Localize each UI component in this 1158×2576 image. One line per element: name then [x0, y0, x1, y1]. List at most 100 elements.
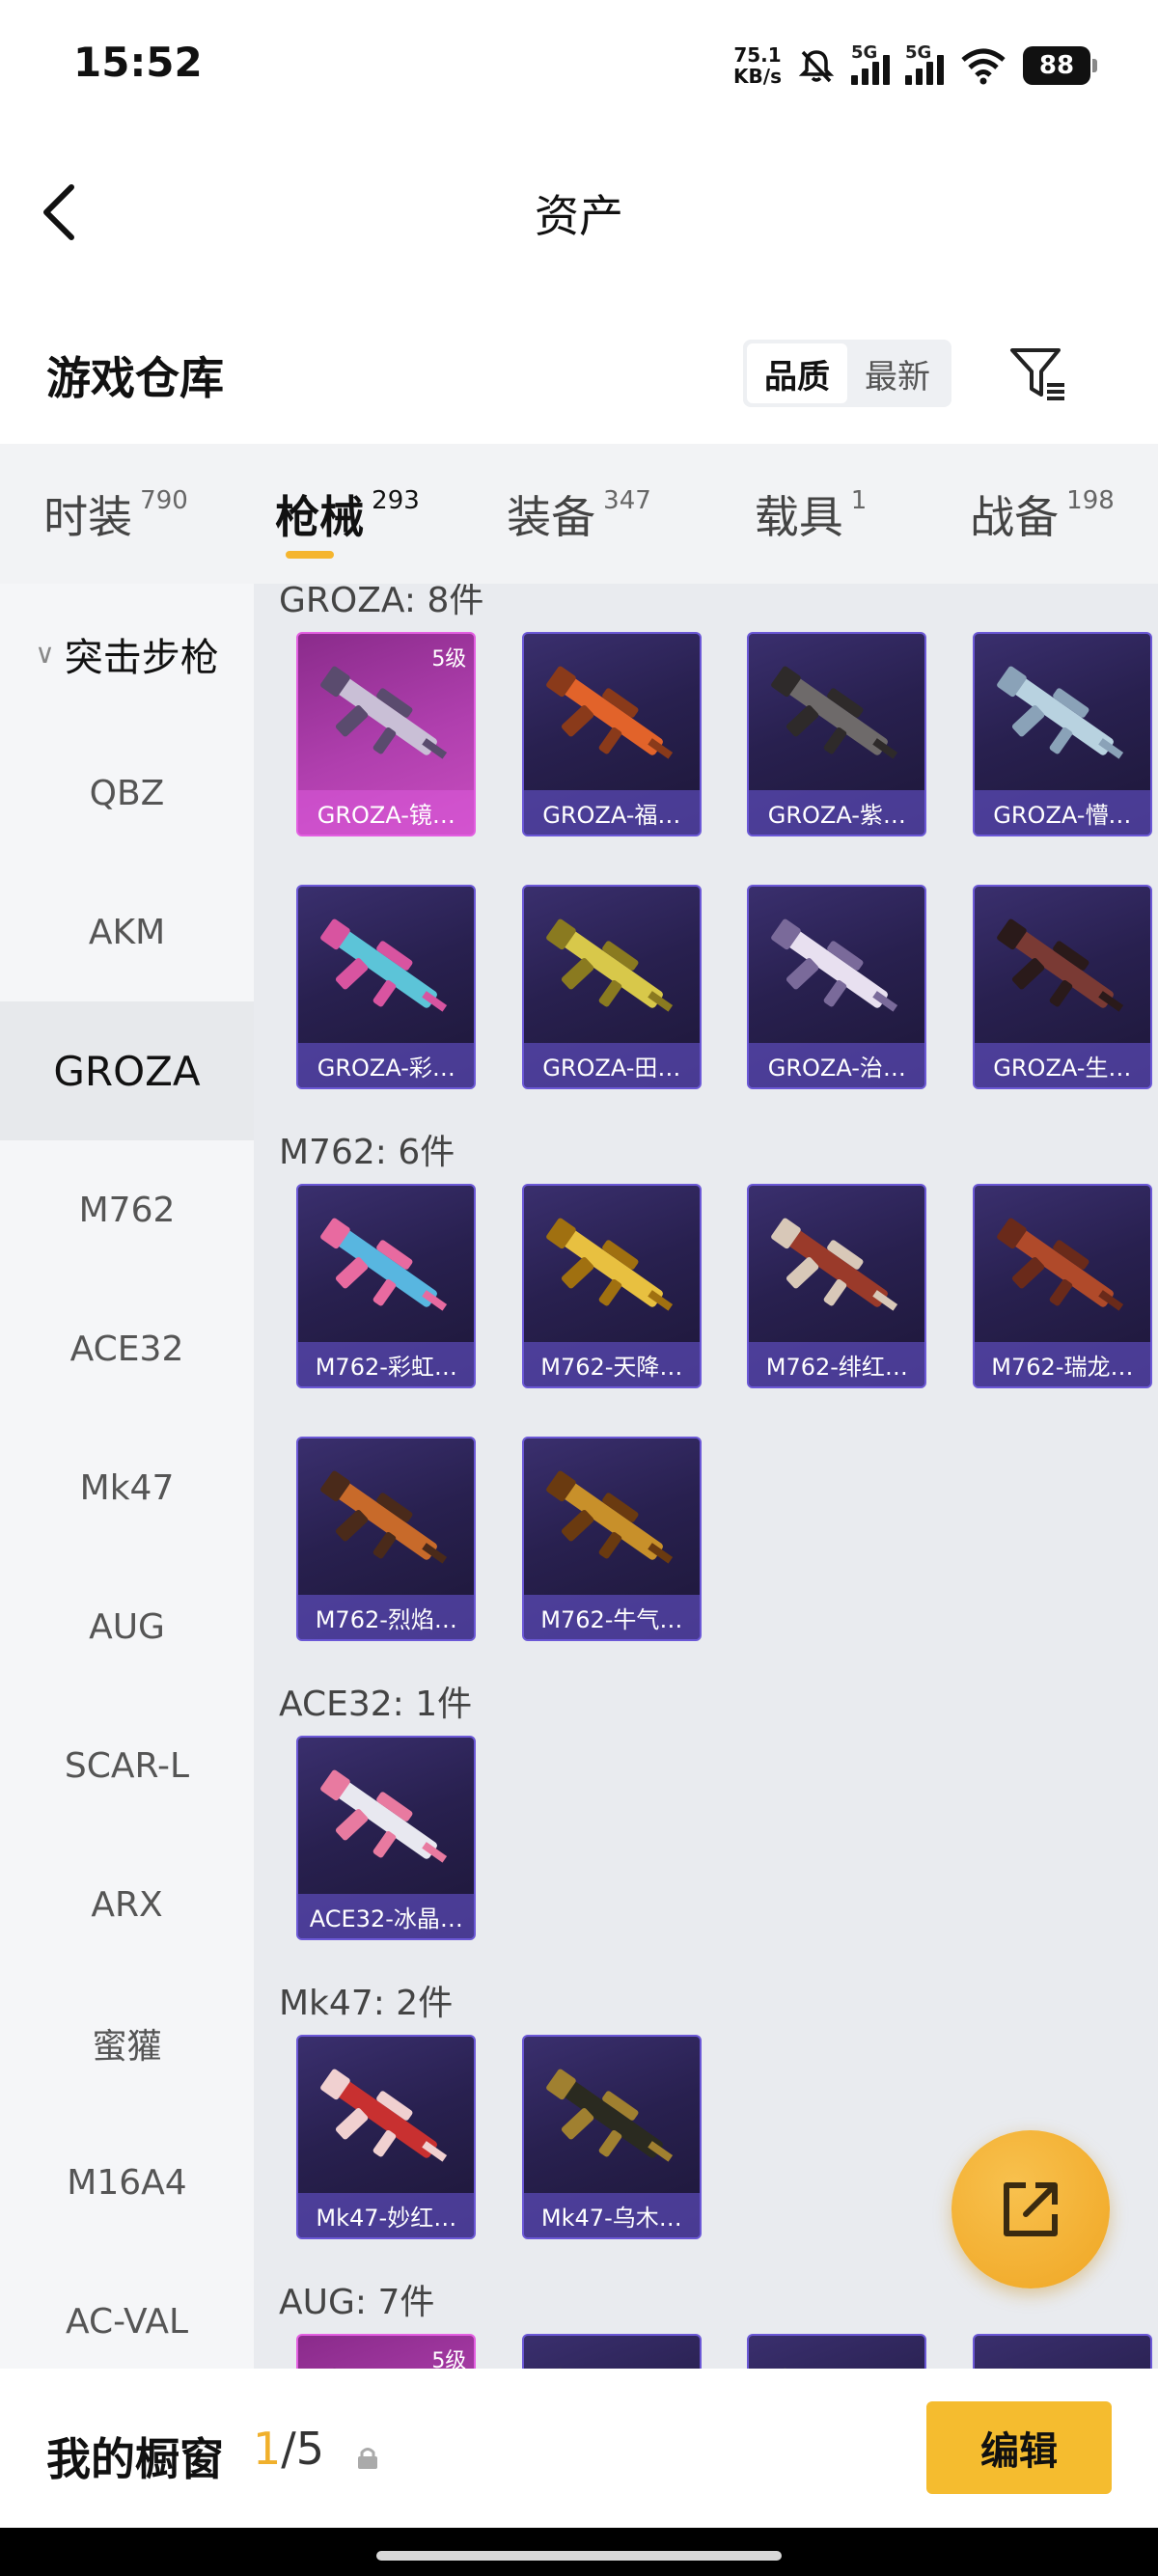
weapon-card[interactable]: GROZA-福…: [521, 632, 702, 836]
weapon-card[interactable]: Mk47-乌木…: [521, 2035, 702, 2239]
sidebar-item[interactable]: AC-VAL: [0, 2252, 254, 2369]
lock-icon: [358, 2448, 377, 2469]
section-header: 游戏仓库 品质 最新: [0, 289, 1158, 444]
navigation-bar: [0, 2528, 1158, 2576]
category-tabs: 时装 790 枪械 293 装备 347 载具 1 战备 198: [0, 444, 1158, 584]
sidebar-item[interactable]: ACE32: [0, 1279, 254, 1418]
battery-icon: 88: [1023, 46, 1097, 85]
weapon-skin-icon: [545, 918, 673, 1012]
share-button[interactable]: [951, 2130, 1110, 2288]
showcase-label: 我的橱窗: [46, 2433, 224, 2485]
filter-button[interactable]: [1004, 340, 1071, 407]
weapon-card[interactable]: [972, 2334, 1152, 2369]
weapon-skin-icon: [771, 1218, 898, 1311]
weapon-skin-icon: [997, 1218, 1123, 1311]
weapon-card[interactable]: M762-烈焰…: [296, 1437, 477, 1641]
weapon-card[interactable]: M762-瑞龙…: [972, 1184, 1152, 1388]
tab-label: 战备: [970, 490, 1060, 543]
weapon-skin-icon: [771, 918, 898, 1012]
weapon-card[interactable]: M762-绯红…: [747, 1184, 927, 1388]
weapon-card[interactable]: [747, 2334, 927, 2369]
showcase-total: /5: [281, 2423, 325, 2475]
weapon-name: Mk47-乌木…: [523, 2193, 700, 2237]
weapon-card[interactable]: GROZA-生…: [972, 885, 1152, 1089]
weapon-skin-icon: [545, 666, 673, 759]
weapon-skin-icon: [997, 2368, 1027, 2369]
sidebar-item[interactable]: 蜜獾: [0, 1974, 254, 2113]
weapon-sidebar: ∨ 突击步枪 QBZ AKM GROZA M762 ACE32 Mk47 AUG SCAR-L…: [0, 584, 254, 2369]
sort-toggle: 品质 最新: [743, 340, 951, 407]
tab-count: 790: [140, 485, 188, 515]
sidebar-item[interactable]: AKM: [0, 863, 254, 1001]
weapon-name: GROZA-生…: [974, 1043, 1150, 1087]
sidebar-item[interactable]: AUG: [0, 1557, 254, 1696]
weapon-card[interactable]: GROZA-治…: [747, 885, 927, 1089]
status-bar: 15:52 75.1 KB/s 5G 5G 88: [0, 0, 1158, 125]
edit-button[interactable]: 编辑: [926, 2401, 1112, 2494]
weapon-name: GROZA-彩…: [298, 1043, 475, 1087]
weapon-card[interactable]: GROZA-紫…: [747, 632, 927, 836]
weapon-card[interactable]: 5级: [296, 2334, 477, 2369]
share-icon: [1004, 2182, 1058, 2236]
weapon-skin-icon: [320, 918, 448, 1012]
sort-quality-button[interactable]: 品质: [747, 343, 847, 403]
signal-sim1-icon: 5G: [851, 42, 890, 85]
filter-icon: [1010, 348, 1064, 400]
group-title: Mk47: 2件: [279, 1984, 454, 2023]
network-speed-value: 75.1: [733, 43, 782, 67]
weapon-name: GROZA-镜…: [298, 790, 475, 835]
sidebar-item[interactable]: ARX: [0, 1835, 254, 1974]
wifi-icon: [961, 48, 1006, 85]
group-title: ACE32: 1件: [279, 1685, 473, 1724]
weapon-card[interactable]: M762-彩虹…: [296, 1184, 477, 1388]
group-title: GROZA: 8件: [279, 584, 484, 620]
sidebar-item[interactable]: Mk47: [0, 1418, 254, 1557]
weapon-skin-icon: [545, 1470, 673, 1564]
weapon-skin-icon: [320, 666, 448, 759]
tab-vehicles[interactable]: 载具 1: [695, 444, 926, 584]
tab-fashion[interactable]: 时装 790: [0, 444, 232, 584]
section-title: 游戏仓库: [46, 352, 224, 404]
showcase-count: 1/5: [253, 2423, 324, 2475]
weapon-skin-icon: [771, 2368, 802, 2369]
status-icons: 75.1 KB/s 5G 5G 88: [733, 39, 1097, 93]
tab-label: 装备: [507, 490, 596, 543]
weapon-card[interactable]: GROZA-田…: [521, 885, 702, 1089]
sidebar-item[interactable]: QBZ: [0, 724, 254, 863]
group-title: M762: 6件: [279, 1133, 455, 1172]
page-title: 资产: [535, 190, 623, 242]
weapon-skin-icon: [545, 1218, 673, 1311]
weapon-card[interactable]: ACE32-冰晶…: [296, 1736, 477, 1940]
weapon-card[interactable]: M762-牛气…: [521, 1437, 702, 1641]
weapon-skin-icon: [320, 1218, 448, 1311]
weapon-card[interactable]: GROZA-彩…: [296, 885, 477, 1089]
tab-equipment[interactable]: 装备 347: [463, 444, 695, 584]
signal-sim2-icon: 5G: [905, 42, 944, 85]
weapon-card[interactable]: Mk47-妙红…: [296, 2035, 477, 2239]
sim2-label: 5G: [905, 42, 932, 63]
sidebar-item[interactable]: GROZA: [0, 1001, 254, 1140]
weapon-name: ACE32-冰晶…: [298, 1894, 475, 1938]
weapon-skin-icon: [320, 1769, 448, 1863]
sidebar-item[interactable]: SCAR-L: [0, 1696, 254, 1835]
tab-firearms[interactable]: 枪械 293: [232, 444, 463, 584]
chevron-down-icon: ∨: [35, 638, 55, 670]
weapon-name: M762-牛气…: [523, 1595, 700, 1639]
sort-newest-button[interactable]: 最新: [847, 343, 948, 403]
weapon-skin-icon: [545, 2069, 673, 2162]
sidebar-item[interactable]: M762: [0, 1140, 254, 1279]
level-badge: 5级: [431, 2349, 467, 2369]
tab-supplies[interactable]: 战备 198: [926, 444, 1158, 584]
weapon-card[interactable]: [521, 2334, 702, 2369]
weapon-name: M762-天降…: [523, 1342, 700, 1386]
sidebar-category-assault-rifle[interactable]: ∨ 突击步枪: [0, 584, 254, 724]
tab-label: 枪械: [275, 490, 365, 543]
sidebar-item[interactable]: M16A4: [0, 2113, 254, 2252]
weapon-card[interactable]: M762-天降…: [521, 1184, 702, 1388]
home-indicator[interactable]: [376, 2551, 782, 2561]
weapon-card[interactable]: 5级 GROZA-镜…: [296, 632, 477, 836]
weapon-name: M762-烈焰…: [298, 1595, 475, 1639]
weapon-card[interactable]: GROZA-懵…: [972, 632, 1152, 836]
bottom-bar: 我的橱窗 1/5 编辑: [0, 2369, 1158, 2528]
top-bar: 资产: [0, 125, 1158, 289]
